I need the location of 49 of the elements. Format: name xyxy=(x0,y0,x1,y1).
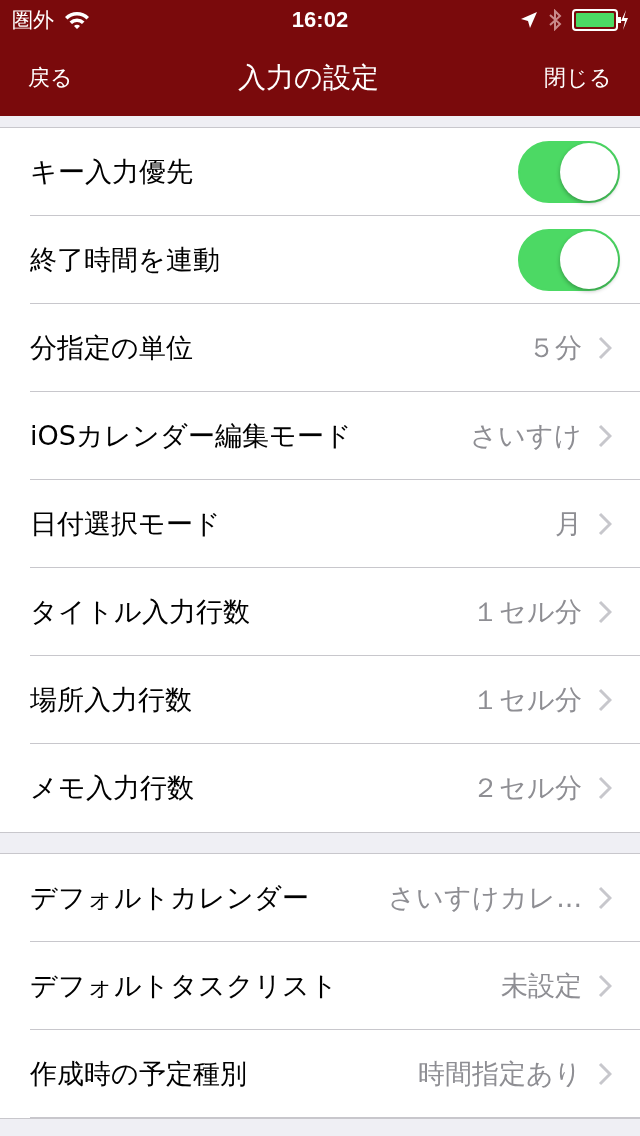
clock-time: 16:02 xyxy=(291,7,349,33)
chevron-icon xyxy=(598,776,612,800)
setting-label: iOSカレンダー編集モード xyxy=(30,418,353,453)
battery-charging-icon xyxy=(572,8,628,32)
settings-row[interactable]: 場所入力行数 １セル分 xyxy=(30,656,640,744)
setting-label: 作成時の予定種別 xyxy=(30,1056,248,1091)
setting-label: メモ入力行数 xyxy=(30,771,195,805)
setting-label: 日付選択モード xyxy=(30,506,222,541)
setting-label: 場所入力行数 xyxy=(30,682,193,717)
setting-value: さいすけ xyxy=(470,418,582,453)
setting-value: 時間指定あり xyxy=(418,1056,582,1091)
chevron-icon xyxy=(598,599,612,624)
setting-value: 月 xyxy=(555,506,582,541)
settings-row[interactable]: 日付選択モード 月 xyxy=(30,480,640,568)
settings-row[interactable]: メモ入力行数 ２セル分 xyxy=(0,744,640,832)
setting-label: キー入力優先 xyxy=(30,154,194,189)
setting-label: 分指定の単位 xyxy=(30,330,194,365)
setting-value: ２セル分 xyxy=(472,771,582,805)
settings-row[interactable]: iOSカレンダー編集モード さいすけ xyxy=(30,392,640,480)
settings-row[interactable]: デフォルトタスクリスト 未設定 xyxy=(30,942,640,1030)
location-arrow-icon xyxy=(520,11,538,29)
chevron-icon xyxy=(598,885,612,910)
settings-row[interactable]: 分指定の単位 ５分 xyxy=(30,304,640,392)
chevron-icon xyxy=(598,511,612,536)
chevron-icon xyxy=(598,335,612,360)
back-button[interactable]: 戻る xyxy=(28,63,73,93)
wifi-icon xyxy=(64,10,90,30)
setting-label: デフォルトカレンダー xyxy=(30,880,310,915)
nav-title: 入力の設定 xyxy=(238,60,379,96)
setting-value: さいすけカレ... xyxy=(388,880,582,915)
bluetooth-icon xyxy=(548,9,562,31)
settings-row[interactable]: 作成時の予定種別 時間指定あり xyxy=(30,1030,640,1118)
setting-label: タイトル入力行数 xyxy=(30,594,251,629)
toggle-switch[interactable] xyxy=(518,140,620,203)
chevron-icon xyxy=(598,1061,612,1086)
setting-value: １セル分 xyxy=(472,682,582,717)
chevron-icon xyxy=(598,973,612,998)
settings-row[interactable]: タイトル入力行数 １セル分 xyxy=(30,568,640,656)
setting-label: 終了時間を連動 xyxy=(30,242,221,277)
chevron-icon xyxy=(598,687,612,712)
setting-value: 未設定 xyxy=(501,968,582,1003)
setting-value: ５分 xyxy=(528,330,582,365)
close-button[interactable]: 閉じる xyxy=(544,63,612,93)
chevron-icon xyxy=(598,423,612,448)
settings-row[interactable]: デフォルトカレンダー さいすけカレ... xyxy=(30,854,640,942)
setting-label: デフォルトタスクリスト xyxy=(30,968,339,1003)
toggle-switch[interactable] xyxy=(518,228,620,291)
setting-value: １セル分 xyxy=(472,594,582,629)
carrier-text: 圏外 xyxy=(12,7,54,34)
